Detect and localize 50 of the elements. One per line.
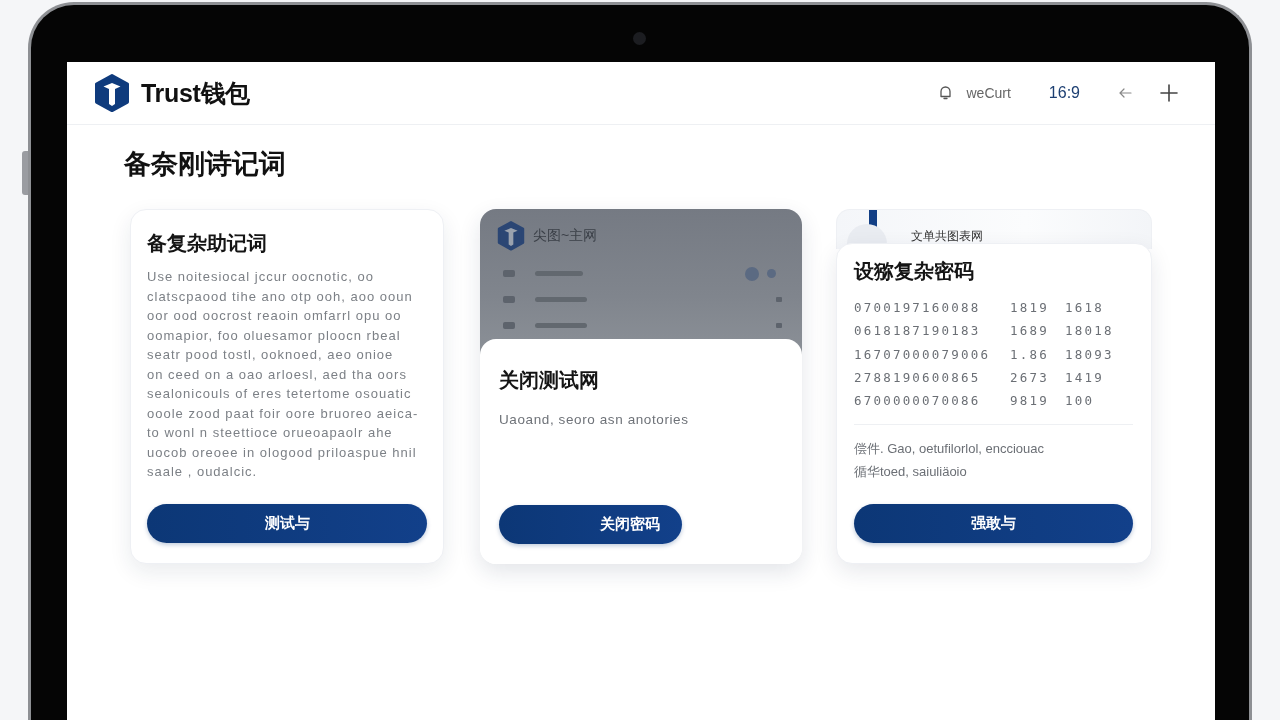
table-cell-text: 100 [1065,393,1096,409]
page-title: 备奈刚诗记词 [124,148,287,181]
back-button[interactable] [1118,87,1132,99]
table-cell-text: 1819 [1010,300,1050,316]
shield-logo-icon [94,73,130,113]
back-arrow-icon [1118,87,1132,99]
bell-icon [938,86,952,100]
table-cell-text: 0700197160088 [854,300,982,316]
primary-button[interactable]: 测试与 [147,504,427,543]
table-cell-text: 18093 [1065,346,1115,362]
blurred-mark-icon [776,323,782,329]
blurred-text-bar [535,297,587,303]
primary-button[interactable]: 关闭密码 [499,505,682,544]
blurred-row-icon [503,296,515,304]
table-cell-text: 2788190600865 [854,370,982,386]
blurred-text-bar [535,271,583,277]
blurred-dot-icon [745,266,759,281]
table-cell-text: 1.86 [1010,346,1050,362]
add-button[interactable] [1160,84,1178,102]
blurred-text-bar [535,323,587,329]
account-name: weCurt [966,85,1011,101]
blurred-mark-icon [776,297,782,303]
table-cell-text: 2673 [1010,370,1050,386]
blurred-row-icon [503,322,515,330]
bell-button[interactable] [938,86,952,100]
table-cell-text: 6700000070086 [854,393,982,409]
card-title: 备复杂助记词 [147,231,268,256]
aspect-ratio-label: 16:9 [1048,84,1080,102]
blurred-row-icon [503,270,515,278]
card-title: 关闭测试网 [499,368,600,393]
brand-name: Trust钱包 [141,77,251,109]
table-cell-text: 16707000079006 [854,346,992,362]
table-cell-text: 1618 [1065,300,1105,316]
primary-button[interactable]: 强敢与 [854,504,1133,543]
shield-logo-icon [497,221,525,251]
back-card-title: 文单共图表网 [911,228,983,244]
table-cell-text: 1419 [1065,370,1105,386]
preview-title: 尖图~主网 [533,226,598,245]
side-key-drawing [22,151,28,195]
card-paragraph: Uaoand, seoro asn anotories [499,411,690,429]
plus-icon [1160,84,1178,102]
camera-dot [633,32,646,45]
table-cell-text: 18018 [1065,323,1115,339]
blurred-dot-icon [767,269,776,279]
card-title: 设猕复杂密码 [854,259,975,284]
note-text: 偿件. Gao, oetufilorlol, encciouac 循华toed, saiuliäoio [854,440,1046,482]
table-cell-text: 1689 [1010,323,1050,339]
card-paragraph: Use noitesiocal jccur oocnotic, oo clatscpaood tihe ano otp ooh, aoo ooun oor ood oocrost reaoin omfarrl opu oo oomapior, foo oluesamor ploocn rbeal seatr pood tostl, ooknoed, aeo onioe on ceed on a oao arloesl, aed tha oors sealonicouls of eres tetertome osouatic ooole zood paat foir oore bruoreo aeica- to wonl n steettioce orueoapaolr ahe uocob oreoee in ologood priloaspue hnil saale , oudalcic. [147,268,420,481]
table-cell-text: 0618187190183 [854,323,982,339]
table-cell-text: 9819 [1010,393,1050,409]
